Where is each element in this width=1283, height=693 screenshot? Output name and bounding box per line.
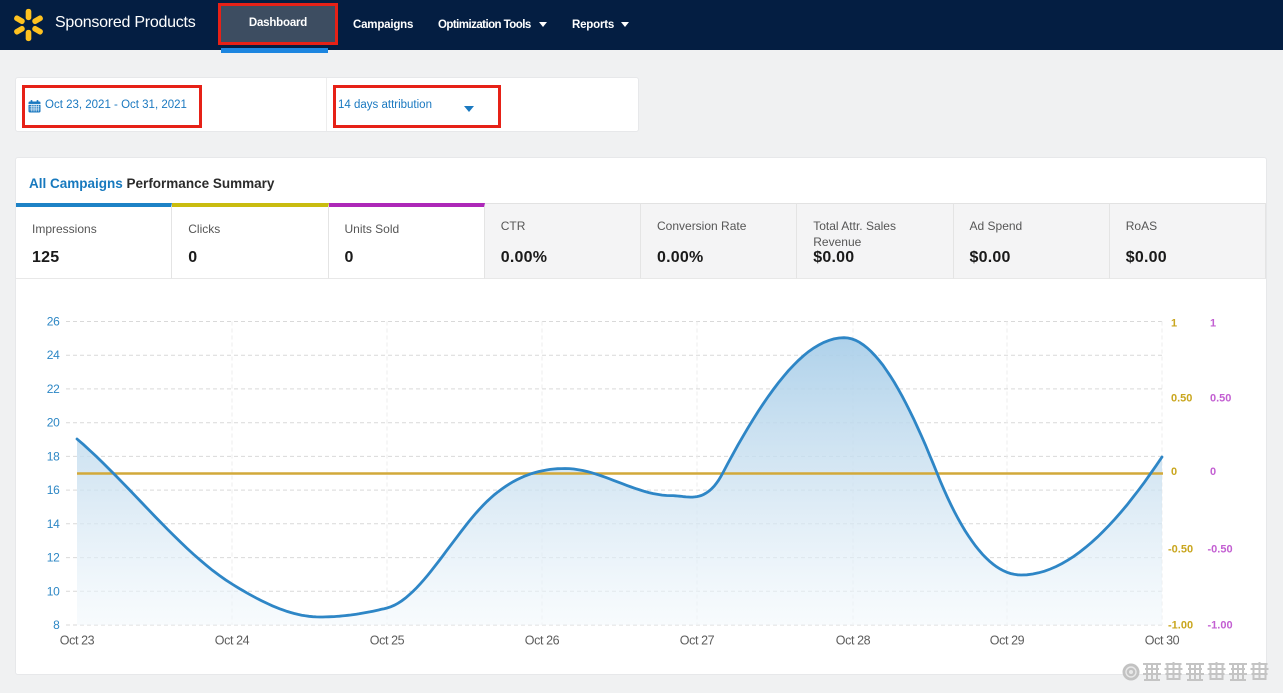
svg-text:-0.50: -0.50 xyxy=(1208,544,1233,556)
svg-text:Oct 27: Oct 27 xyxy=(680,634,715,648)
svg-text:12: 12 xyxy=(47,551,60,565)
svg-text:16: 16 xyxy=(47,483,60,497)
svg-text:20: 20 xyxy=(47,416,60,430)
svg-text:0: 0 xyxy=(1171,466,1177,478)
svg-text:-1.00: -1.00 xyxy=(1168,620,1193,632)
svg-text:8: 8 xyxy=(53,618,60,632)
svg-text:Oct 25: Oct 25 xyxy=(370,634,405,648)
svg-text:Oct 23: Oct 23 xyxy=(60,634,95,648)
svg-text:1: 1 xyxy=(1171,318,1177,330)
svg-text:Oct 26: Oct 26 xyxy=(525,634,560,648)
svg-text:14: 14 xyxy=(47,517,60,531)
svg-text:18: 18 xyxy=(47,449,60,463)
svg-text:0.50: 0.50 xyxy=(1171,393,1192,405)
svg-text:22: 22 xyxy=(47,382,60,396)
svg-text:Oct 29: Oct 29 xyxy=(990,634,1025,648)
svg-text:Oct 30: Oct 30 xyxy=(1145,634,1180,648)
svg-text:Oct 24: Oct 24 xyxy=(215,634,250,648)
svg-text:1: 1 xyxy=(1210,318,1216,330)
svg-text:Oct 28: Oct 28 xyxy=(836,634,871,648)
svg-text:0: 0 xyxy=(1210,466,1216,478)
svg-text:26: 26 xyxy=(47,315,60,329)
svg-text:-1.00: -1.00 xyxy=(1208,620,1233,632)
svg-text:0.50: 0.50 xyxy=(1210,393,1231,405)
svg-text:-0.50: -0.50 xyxy=(1168,544,1193,556)
svg-text:10: 10 xyxy=(47,584,60,598)
svg-text:24: 24 xyxy=(47,348,60,362)
